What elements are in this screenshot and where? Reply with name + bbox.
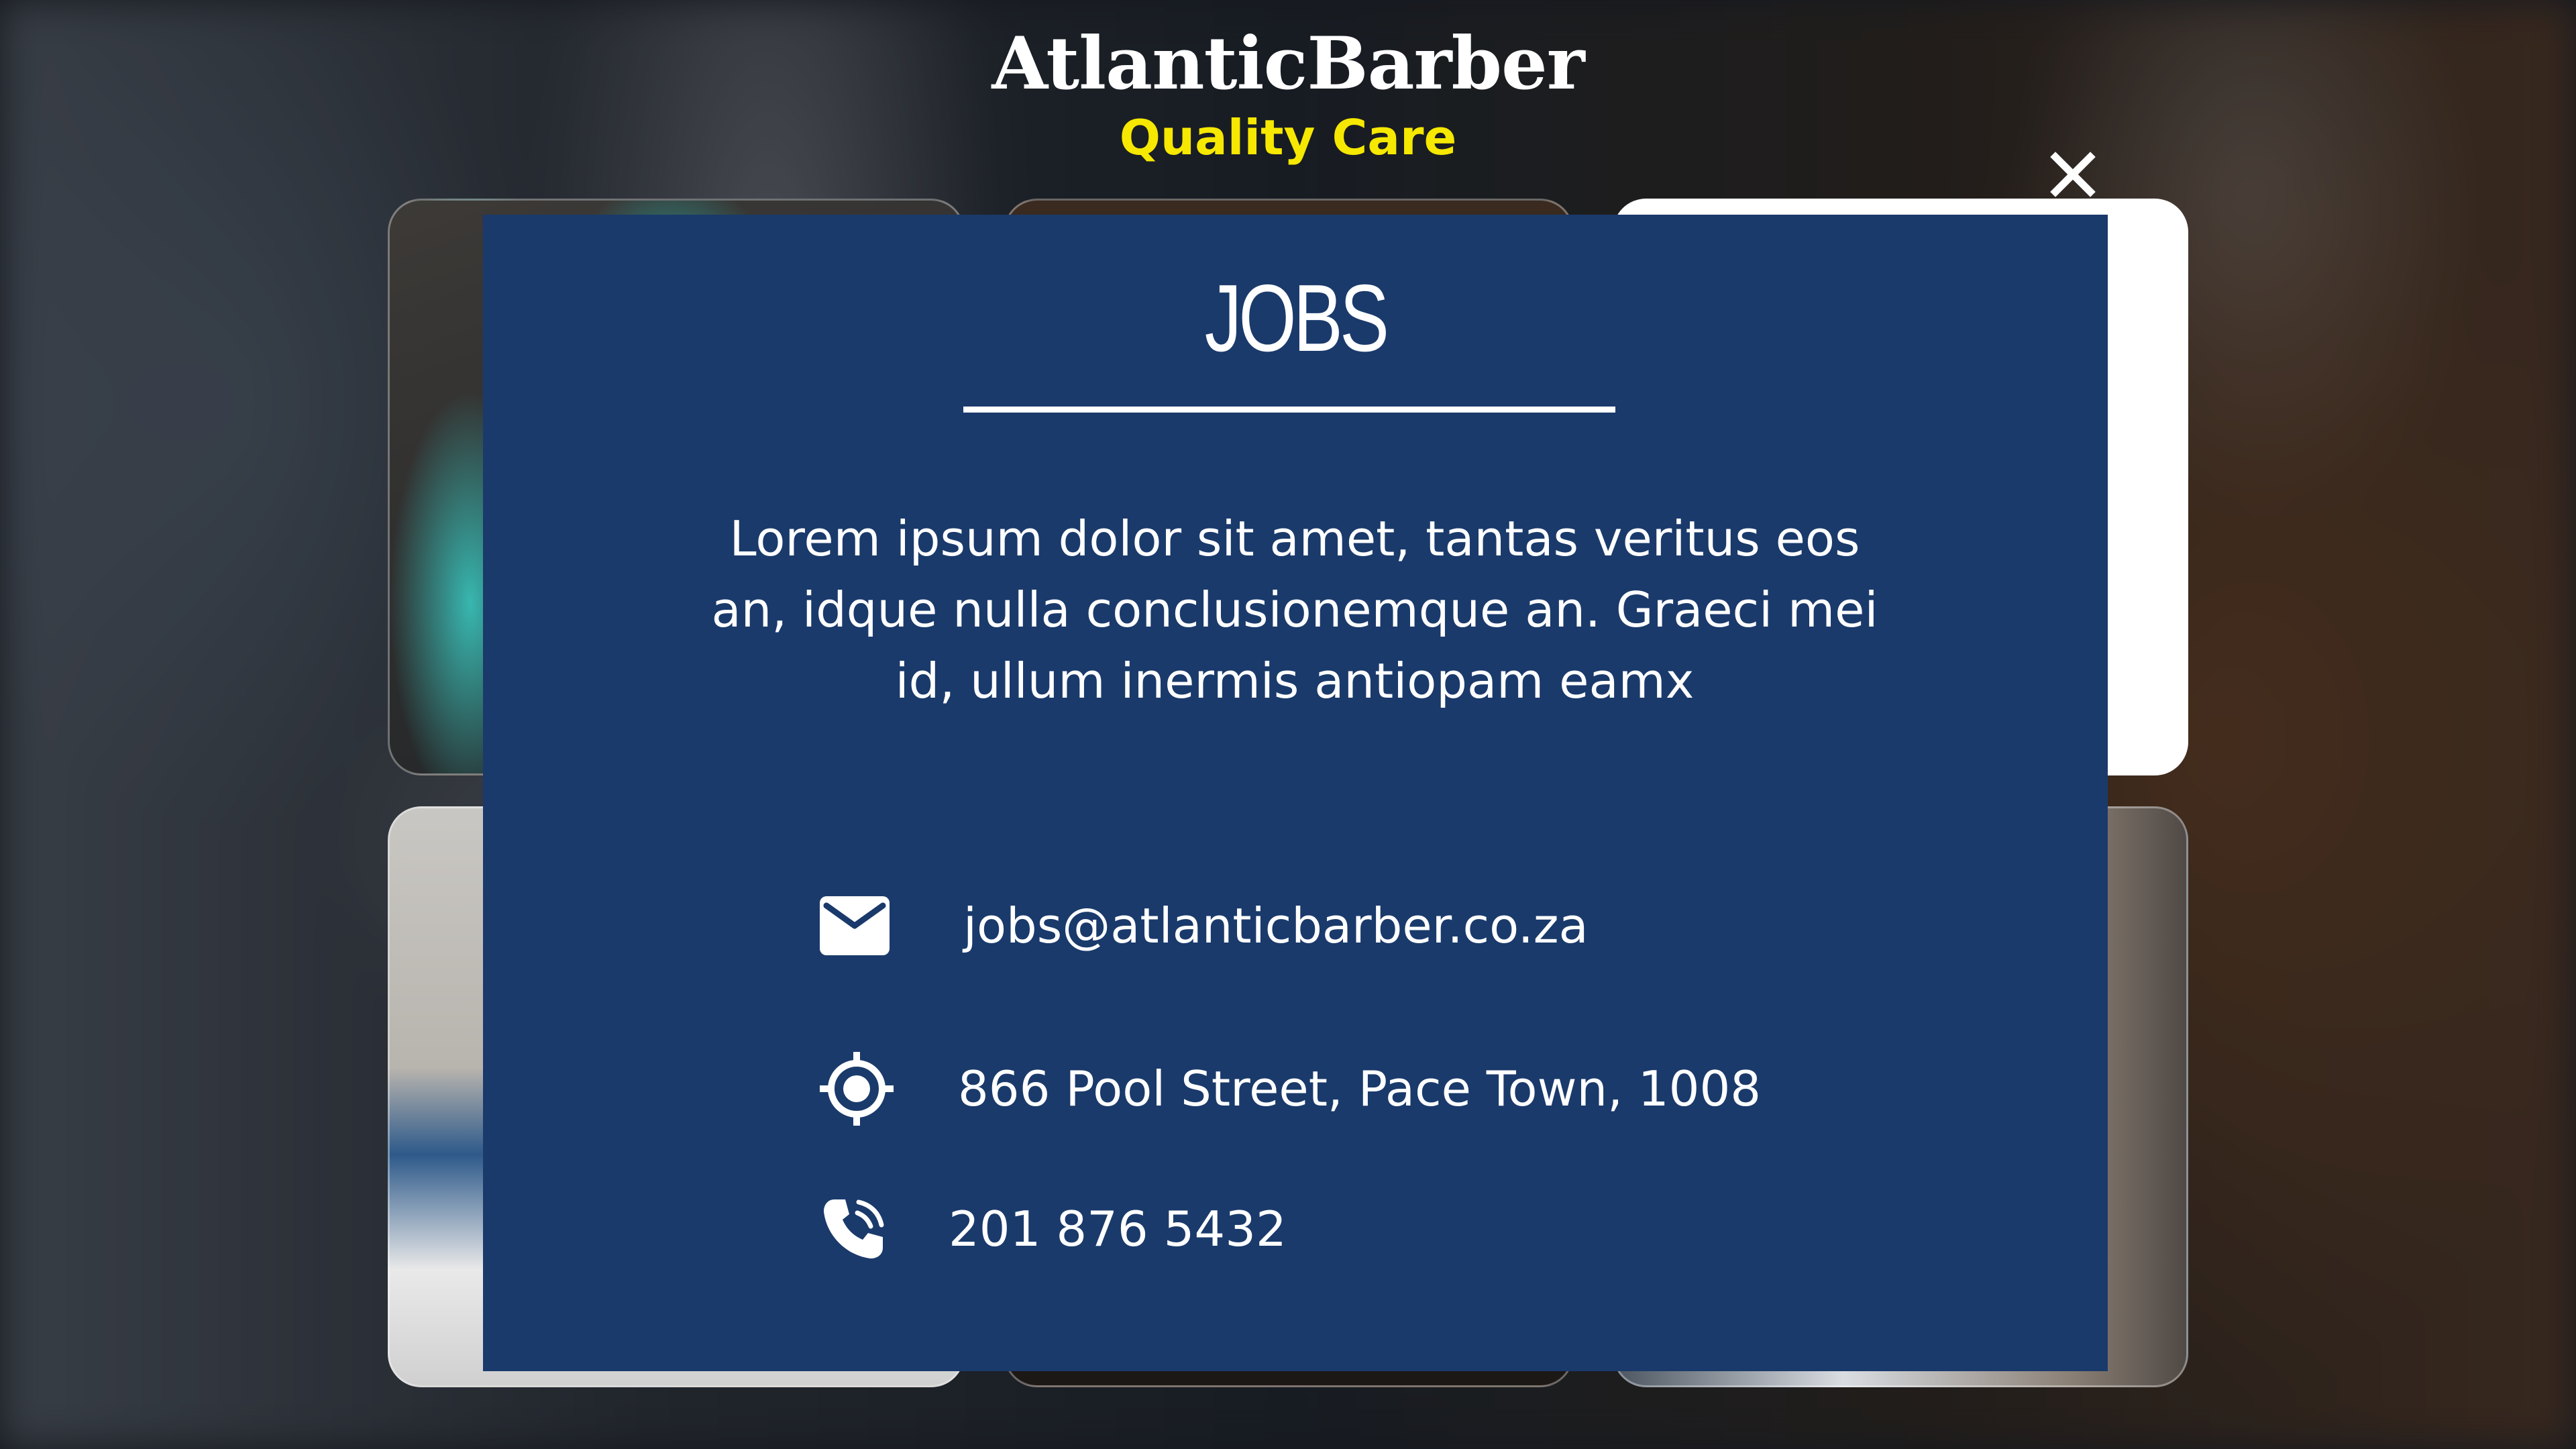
contact-phone-link[interactable]: 201 876 5432 — [949, 1201, 1287, 1257]
jobs-modal: JOBS Lorem ipsum dolor sit amet, tantas … — [483, 215, 2108, 1371]
page: AtlanticBarber Quality Care JOBS Lorem i… — [0, 0, 2576, 1449]
title-divider — [963, 407, 1615, 413]
brand-tagline: Quality Care — [1119, 109, 1457, 166]
phone-icon — [820, 1195, 887, 1263]
modal-title: JOBS — [1204, 265, 1389, 372]
contact-email-row: jobs@atlanticbarber.co.za — [820, 891, 1589, 961]
close-icon — [2050, 152, 2096, 197]
brand-header: AtlanticBarber Quality Care — [0, 20, 2576, 168]
location-target-icon — [817, 1049, 896, 1128]
brand-title: AtlanticBarber — [991, 21, 1585, 106]
modal-description: Lorem ipsum dolor sit amet, tantas verit… — [711, 511, 1878, 709]
mail-icon — [820, 891, 890, 961]
contact-email-link[interactable]: jobs@atlanticbarber.co.za — [963, 898, 1589, 954]
contact-phone-row: 201 876 5432 — [820, 1195, 1287, 1263]
contact-address-text: 866 Pool Street, Pace Town, 1008 — [958, 1061, 1762, 1117]
contact-address-row: 866 Pool Street, Pace Town, 1008 — [817, 1049, 1761, 1128]
close-button[interactable] — [2046, 148, 2100, 201]
